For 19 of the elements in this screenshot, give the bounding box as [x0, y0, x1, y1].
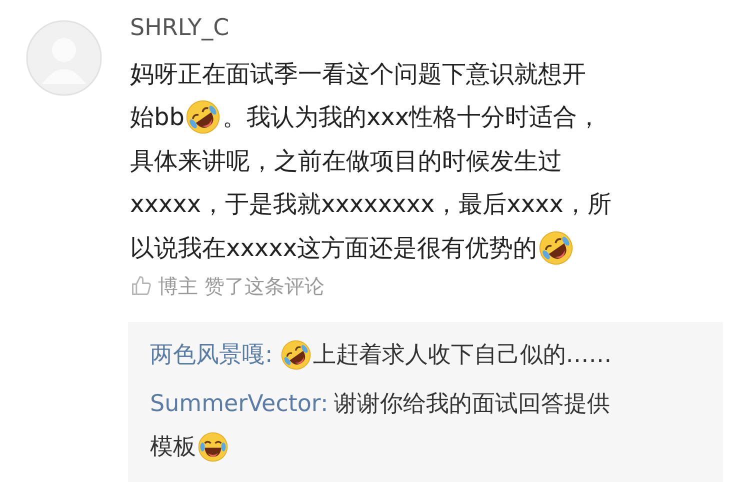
- comment-text: 以说我在xxxxx这方面还是很有优势的: [130, 232, 538, 264]
- rolling-laughing-emoji-icon: [186, 100, 220, 134]
- rolling-laughing-emoji-icon: [280, 340, 311, 370]
- avatar-icon[interactable]: [26, 20, 102, 96]
- comment-text: 具体来讲呢，之前在做项目的时候发生过: [130, 146, 562, 177]
- comment-text: 。我认为我的xxx性格十分时适合，: [222, 102, 602, 134]
- username[interactable]: SHRLY_C: [130, 12, 230, 44]
- reply-author[interactable]: 两色风景嘎:: [150, 338, 273, 372]
- reply-text: 谢谢你给我的面试回答提供: [334, 390, 610, 419]
- comment-text: 妈呀正在面试季一看这个问题下意识就想开: [130, 58, 586, 90]
- comment-text: xxxxx，于是我就xxxxxxxx，最后xxxx，所: [130, 189, 612, 220]
- comment-text: 始bb: [130, 102, 184, 134]
- rolling-laughing-emoji-icon: [539, 230, 574, 265]
- laughing-emoji-icon: [198, 432, 228, 462]
- thumbs-up-icon[interactable]: [130, 274, 152, 296]
- reply-author[interactable]: SummerVector:: [150, 386, 328, 422]
- like-note: 博主 赞了这条评论: [158, 272, 324, 300]
- reply-text: 上赶着求人收下自己似的……: [312, 340, 612, 370]
- reply-text: 模板: [150, 432, 196, 462]
